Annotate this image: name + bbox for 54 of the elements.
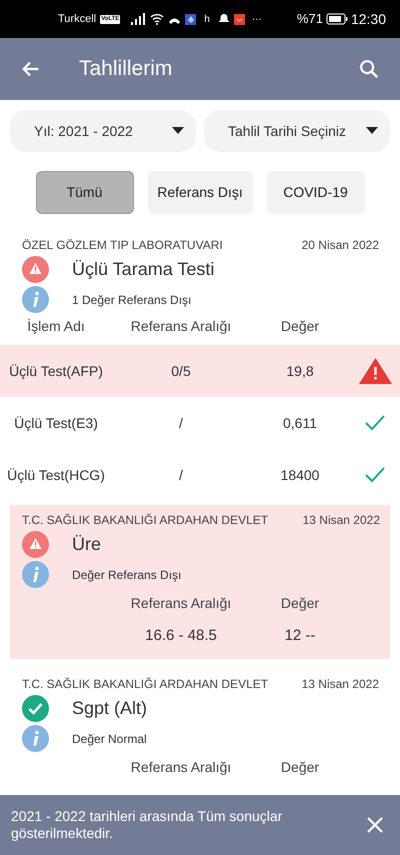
close-icon[interactable] — [366, 816, 384, 834]
lab-name: ÖZEL GÖZLEM TIP LABORATUVARI — [22, 237, 223, 254]
column-header: Değer — [280, 316, 320, 336]
column-header: Referans Aralığı — [130, 316, 232, 336]
filter-tab[interactable]: Tümü — [36, 171, 134, 214]
app-notification-icon — [185, 14, 196, 24]
test-title: Üre — [72, 533, 102, 556]
column-header: Değer — [280, 758, 320, 777]
test-value: 19,8 — [285, 362, 315, 380]
result-date: 20 Nisan 2022 — [302, 237, 379, 254]
reference-range: 0/5 — [170, 362, 192, 380]
caret-icon — [172, 127, 184, 135]
test-name: Üçlü Test(HCG) — [6, 466, 106, 485]
filter-tab[interactable]: COVID-19 — [266, 171, 364, 214]
reference-range: / — [178, 466, 184, 484]
screen-title: Tahlillerim — [79, 56, 174, 82]
result-date: 13 Nisan 2022 — [302, 676, 379, 693]
info-icon — [22, 725, 49, 752]
info-icon — [22, 286, 49, 313]
lab-name: T.C. SAĞLIK BAKANLIĞI ARDAHAN DEVLET — [22, 676, 268, 693]
more-notifications: ··· — [252, 12, 262, 26]
dropdown[interactable]: Tahlil Tarihi Seçiniz — [204, 110, 390, 152]
test-title: Üçlü Tarama Testi — [72, 258, 214, 281]
test-title: Sgpt (Alt) — [72, 697, 148, 720]
result-note: Değer Referans Dışı — [72, 566, 182, 584]
result-note: Değer Normal — [72, 730, 147, 748]
test-value: 12 -- — [284, 626, 316, 646]
search-icon[interactable] — [358, 58, 380, 80]
test-value: 18400 — [280, 466, 320, 484]
result-date: 13 Nisan 2022 — [302, 512, 380, 529]
shop-notification-icon — [234, 14, 245, 24]
reference-range: / — [178, 414, 184, 432]
wifi-icon — [150, 13, 164, 25]
info-icon — [22, 561, 49, 588]
carrier-name: Turkcell — [58, 12, 96, 27]
test-name: Üçlü Test(E3) — [13, 414, 99, 433]
battery-percent: %71 — [296, 10, 323, 28]
dropdown[interactable]: Yıl: 2021 - 2022 — [10, 110, 196, 152]
test-value: 0,611 — [282, 414, 318, 432]
result-note: 1 Değer Referans Dışı — [72, 292, 192, 308]
column-header: Referans Aralığı — [130, 594, 232, 613]
test-name: Üçlü Test(AFP) — [8, 362, 104, 381]
column-header: Değer — [280, 594, 320, 613]
lab-name: T.C. SAĞLIK BAKANLIĞI ARDAHAN DEVLET — [22, 512, 268, 529]
column-header: Referans Aralığı — [130, 758, 232, 777]
filter-tab[interactable]: Referans Dışı — [148, 171, 252, 214]
reference-range: 16.6 - 48.5 — [144, 626, 218, 646]
snackbar-message: 2021 - 2022 tarihleri arasında Tüm sonuçlar gösterilmektedir. — [11, 808, 284, 842]
caret-icon — [366, 127, 378, 135]
battery-icon — [326, 13, 348, 25]
column-header: İşlem Adı — [26, 316, 86, 336]
clock: 12:30 — [350, 10, 386, 28]
signal-icon — [130, 13, 146, 25]
network-indicator: h — [204, 12, 210, 26]
